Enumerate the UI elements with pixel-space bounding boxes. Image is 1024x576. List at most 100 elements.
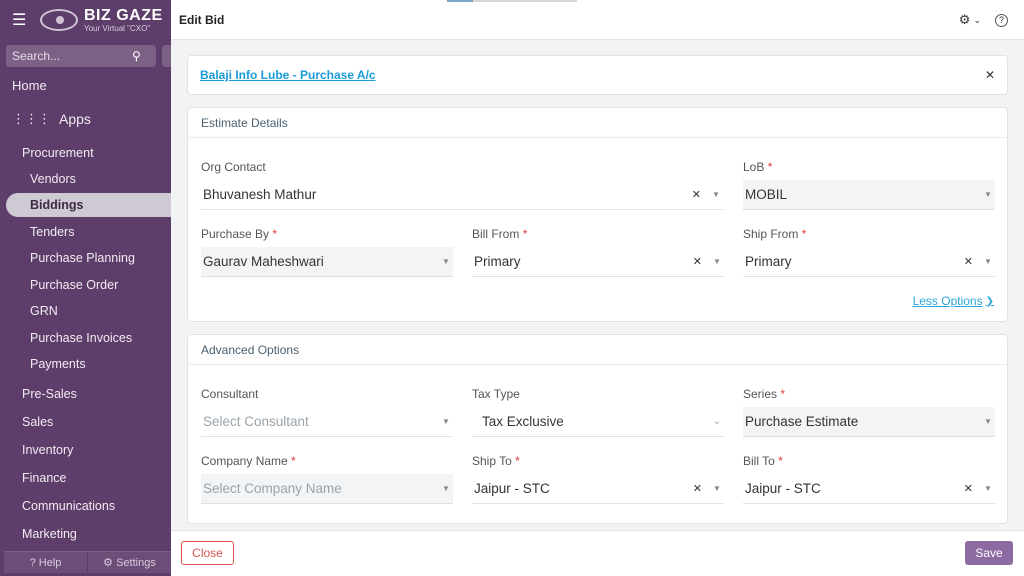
- related-account-link[interactable]: Balaji Info Lube - Purchase A/c: [200, 68, 376, 82]
- brand-logo[interactable]: BIZ GAZE Your Virtual "CXO": [40, 6, 163, 33]
- search-input[interactable]: [12, 49, 132, 63]
- field-value: MOBIL: [745, 187, 788, 202]
- field-label: Ship From: [743, 227, 799, 241]
- caret-down-icon: ▼: [442, 257, 450, 266]
- loading-indicator: [447, 0, 577, 2]
- required-mark: *: [780, 387, 786, 401]
- caret-down-icon: ▼: [713, 484, 721, 493]
- help-label: Help: [38, 556, 62, 569]
- bill-from-select[interactable]: Primary ✕ ▼: [472, 247, 724, 277]
- clear-icon[interactable]: ✕: [693, 482, 702, 495]
- field-value: Purchase Estimate: [745, 414, 859, 429]
- caret-down-icon: ▼: [442, 484, 450, 493]
- hamburger-menu-icon[interactable]: ☰: [12, 10, 32, 30]
- field-placeholder: Select Consultant: [203, 414, 309, 429]
- settings-gear-icon: ⚙: [103, 557, 117, 569]
- search-scope-tab[interactable]: [162, 45, 171, 67]
- apps-grid-icon: ⋮⋮⋮: [12, 111, 51, 126]
- help-circle-icon: ?: [29, 556, 39, 569]
- caret-down-icon: ▼: [713, 257, 721, 266]
- sidebar-item-home[interactable]: Home: [12, 78, 183, 93]
- org-contact-select[interactable]: Bhuvanesh Mathur ✕ ▼: [201, 180, 723, 210]
- main-panel: Edit Bid ⚙ ⌄ ? Balaji Info Lube - Purcha…: [171, 0, 1024, 576]
- help-icon[interactable]: ?: [995, 13, 1008, 27]
- bill-to-select[interactable]: Jaipur - STC ✕ ▼: [743, 474, 995, 504]
- field-value: Gaurav Maheshwari: [203, 254, 324, 269]
- caret-down-icon: ▼: [984, 484, 992, 493]
- caret-down-icon: ▼: [984, 417, 992, 426]
- chevron-down-icon: ❯: [985, 295, 994, 307]
- sidebar-item-sales[interactable]: Sales: [22, 415, 193, 429]
- company-name-select[interactable]: Select Company Name ▼: [201, 474, 453, 504]
- consultant-field: Consultant Select Consultant ▼: [201, 387, 453, 437]
- settings-button[interactable]: ⚙ Settings: [87, 552, 171, 573]
- lob-field: LoB * MOBIL ▼: [743, 160, 995, 210]
- field-value: Primary: [474, 254, 521, 269]
- caret-down-icon: ▼: [984, 257, 992, 266]
- field-label: Bill From: [472, 227, 520, 241]
- field-label: Company Name: [201, 454, 288, 468]
- gear-icon: ⚙: [958, 12, 971, 27]
- field-placeholder: Select Company Name: [203, 481, 342, 496]
- clear-icon[interactable]: ✕: [693, 255, 702, 268]
- sidebar-item-communications[interactable]: Communications: [22, 499, 193, 513]
- estimate-details-section: Estimate Details Org Contact Bhuvanesh M…: [187, 107, 1008, 322]
- required-mark: *: [515, 454, 520, 468]
- section-title: Estimate Details: [188, 108, 1007, 138]
- sidebar-item-procurement[interactable]: Procurement: [22, 146, 193, 160]
- required-mark: *: [291, 454, 296, 468]
- less-options-link[interactable]: Less Options ❯: [913, 294, 994, 308]
- bill-to-field: Bill To * Jaipur - STC ✕ ▼: [743, 454, 995, 504]
- advanced-options-section: Advanced Options Consultant Select Consu…: [187, 334, 1008, 524]
- sidebar-item-finance[interactable]: Finance: [22, 471, 193, 485]
- related-account-card: Balaji Info Lube - Purchase A/c ✕: [187, 55, 1008, 95]
- series-select[interactable]: Purchase Estimate ▼: [743, 407, 995, 437]
- required-mark: *: [767, 160, 773, 174]
- ship-to-select[interactable]: Jaipur - STC ✕ ▼: [472, 474, 724, 504]
- sidebar-footer: ? Help ⚙ Settings: [4, 551, 171, 573]
- page-title: Edit Bid: [179, 12, 225, 27]
- required-mark: *: [801, 227, 807, 241]
- help-button[interactable]: ? Help: [4, 552, 87, 573]
- tax-type-select[interactable]: Tax Exclusive ⌄: [472, 407, 724, 437]
- field-label: LoB: [743, 160, 765, 174]
- close-icon[interactable]: ✕: [985, 68, 995, 82]
- close-button[interactable]: Close: [181, 541, 234, 565]
- field-label: Tax Type: [472, 387, 520, 401]
- company-name-field: Company Name * Select Company Name ▼: [201, 454, 453, 504]
- sidebar-header: ☰ BIZ GAZE Your Virtual "CXO": [0, 0, 171, 40]
- field-value: Jaipur - STC: [745, 481, 821, 496]
- org-contact-field: Org Contact Bhuvanesh Mathur ✕ ▼: [201, 160, 723, 210]
- ship-to-field: Ship To * Jaipur - STC ✕ ▼: [472, 454, 724, 504]
- brand-name: BIZ GAZE: [84, 6, 163, 24]
- sidebar: ☰ BIZ GAZE Your Virtual "CXO" ⚲ Home ⋮⋮⋮…: [0, 0, 176, 576]
- clear-icon[interactable]: ✕: [964, 482, 973, 495]
- required-mark: *: [272, 227, 278, 241]
- sidebar-item-marketing[interactable]: Marketing: [22, 527, 193, 541]
- chevron-down-icon: ⌄: [973, 14, 981, 25]
- clear-icon[interactable]: ✕: [692, 188, 701, 201]
- field-value: Bhuvanesh Mathur: [203, 187, 317, 202]
- field-value: Tax Exclusive: [482, 414, 564, 429]
- field-value: Primary: [745, 254, 792, 269]
- ship-from-field: Ship From * Primary ✕ ▼: [743, 227, 995, 277]
- chevron-down-icon: ⌄: [712, 416, 722, 427]
- sidebar-search: ⚲: [6, 45, 156, 67]
- save-button[interactable]: Save: [965, 541, 1013, 565]
- settings-menu-button[interactable]: ⚙ ⌄: [959, 12, 981, 28]
- sidebar-item-apps[interactable]: ⋮⋮⋮ Apps: [12, 111, 183, 127]
- field-label: Series: [743, 387, 778, 401]
- bill-from-field: Bill From * Primary ✕ ▼: [472, 227, 724, 277]
- sidebar-item-apps-label: Apps: [59, 111, 91, 127]
- logo-eye-icon: [40, 9, 78, 31]
- sidebar-item-pre-sales[interactable]: Pre-Sales: [22, 387, 193, 401]
- purchase-by-select[interactable]: Gaurav Maheshwari ▼: [201, 247, 453, 277]
- lob-select[interactable]: MOBIL ▼: [743, 180, 995, 210]
- sidebar-item-inventory[interactable]: Inventory: [22, 443, 193, 457]
- consultant-select[interactable]: Select Consultant ▼: [201, 407, 453, 437]
- clear-icon[interactable]: ✕: [964, 255, 973, 268]
- search-icon[interactable]: ⚲: [132, 49, 141, 63]
- ship-from-select[interactable]: Primary ✕ ▼: [743, 247, 995, 277]
- caret-down-icon: ▼: [984, 190, 992, 199]
- field-label: Purchase By: [201, 227, 270, 241]
